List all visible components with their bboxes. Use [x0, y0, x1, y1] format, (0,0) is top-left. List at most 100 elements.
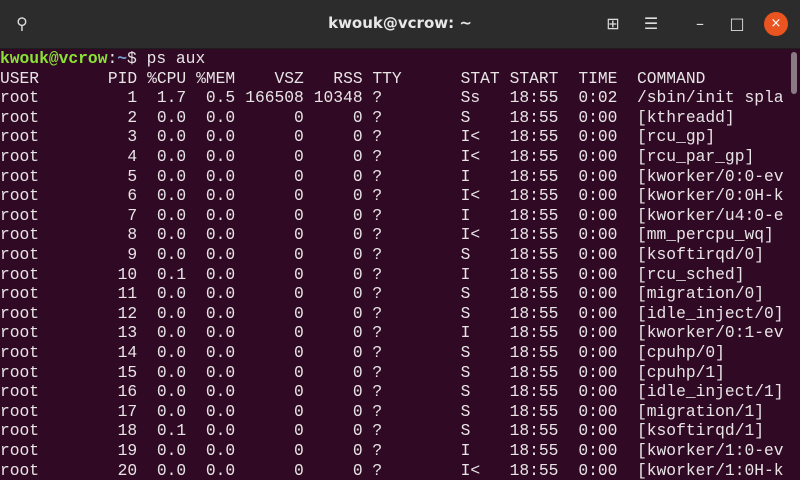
cell-pid: 13 — [117, 323, 138, 343]
cell-mem: 0.0 — [205, 245, 236, 264]
cell-rss: 10348 — [313, 88, 363, 108]
cell-tty: ? — [372, 460, 383, 480]
cell-cpu: 0.0 — [156, 205, 187, 225]
cell-start: 18:55 — [509, 362, 559, 382]
cell-tty: ? — [372, 88, 383, 108]
cell-user: root — [0, 401, 40, 421]
cell-vsz: 0 — [294, 421, 304, 441]
process-row: root 1 1.7 0.5 166508 10348? Ss 18:55 0:02/sbin/… — [0, 88, 787, 108]
cell-start: 18:55 — [509, 343, 559, 362]
cell-tty: ? — [372, 245, 383, 264]
cell-rss: 0 — [352, 186, 363, 206]
process-row: root 14 0.0 0.0 0 0? S 18:55 0:00 [cpuhp/0] — [0, 343, 787, 363]
cell-user: root — [0, 166, 40, 186]
header-mem: %MEM — [196, 68, 236, 88]
cell-cpu: 0.0 — [156, 245, 187, 264]
cell-user: root — [0, 147, 40, 166]
cell-tty: ? — [372, 401, 383, 421]
cell-user: root — [0, 343, 40, 362]
cell-time: 0:00 — [578, 205, 618, 225]
cell-tty: ? — [372, 303, 383, 323]
cell-rss: 0 — [352, 205, 363, 225]
cell-time: 0:00 — [578, 225, 618, 245]
new-tab-icon[interactable]: ⊞ — [601, 12, 625, 36]
header-rss: RSS — [333, 68, 363, 88]
cell-mem: 0.0 — [205, 303, 236, 323]
cell-time: 0:00 — [578, 362, 618, 382]
cell-rss: 0 — [352, 401, 363, 421]
cell-vsz: 0 — [294, 460, 304, 480]
cell-vsz: 0 — [294, 205, 304, 225]
cell-rss: 0 — [352, 284, 363, 304]
cell-command: [kworker/1:0H-k — [637, 460, 784, 480]
cell-command: [ksoftirqd/0] — [637, 245, 765, 264]
cell-cpu: 0.1 — [156, 421, 187, 441]
cell-rss: 0 — [352, 362, 363, 382]
minimize-icon[interactable]: – — [688, 12, 712, 36]
cell-command: [kworker/0:0H-k — [637, 186, 784, 206]
cell-tty: ? — [372, 441, 383, 460]
cell-vsz: 0 — [294, 323, 304, 343]
cell-vsz: 0 — [294, 245, 304, 264]
header-line: USER PID %CPU %MEM VSZ RSS TTY STAT START TIME COM… — [0, 69, 787, 89]
cell-mem: 0.0 — [205, 343, 236, 362]
cell-command: [cpuhp/1] — [637, 362, 725, 382]
cell-mem: 0.0 — [205, 460, 236, 480]
process-row: root 11 0.0 0.0 0 0? S 18:55 0:00 [migration/0] — [0, 284, 787, 304]
cell-mem: 0.0 — [205, 107, 236, 127]
cell-start: 18:55 — [509, 303, 559, 323]
cell-command: [idle_inject/1] — [637, 382, 784, 402]
cell-command: [kworker/1:0-ev — [637, 441, 784, 460]
close-icon[interactable]: × — [764, 12, 788, 36]
cell-start: 18:55 — [509, 441, 559, 460]
cell-rss: 0 — [352, 127, 363, 147]
cell-cpu: 0.0 — [156, 343, 187, 362]
menu-icon[interactable]: ☰ — [639, 12, 663, 36]
cell-vsz: 0 — [294, 343, 304, 362]
cell-mem: 0.0 — [205, 284, 236, 304]
cell-command: [mm_percpu_wq] — [637, 225, 774, 245]
process-row: root 12 0.0 0.0 0 0? S 18:55 0:00 [idle_inject/0] — [0, 304, 787, 324]
cell-mem: 0.0 — [205, 323, 236, 343]
cell-command: [migration/1] — [637, 401, 765, 421]
prompt-command: ps aux — [136, 49, 206, 68]
prompt-colon: : — [107, 49, 118, 68]
cell-command: [idle_inject/0] — [637, 303, 784, 323]
process-row: root 15 0.0 0.0 0 0? S 18:55 0:00 [cpuhp/1] — [0, 363, 787, 383]
maximize-icon[interactable]: □ — [725, 12, 749, 36]
cell-user: root — [0, 382, 40, 402]
process-row: root 18 0.1 0.0 0 0? S 18:55 0:00 [ksoftirqd/1] — [0, 421, 787, 441]
process-row: root 5 0.0 0.0 0 0? I 18:55 0:00 [kworker/0:0-ev — [0, 167, 787, 187]
cell-vsz: 0 — [294, 166, 304, 186]
process-row: root 8 0.0 0.0 0 0? I< 18:55 0:00 [mm_percpu_wq] — [0, 225, 787, 245]
cell-vsz: 0 — [294, 284, 304, 304]
cell-pid: 14 — [117, 343, 138, 362]
cell-time: 0:00 — [578, 107, 618, 127]
prompt-line: kwouk@vcrow:~$ ps aux — [0, 49, 787, 69]
prompt-symbol: $ — [127, 49, 137, 68]
process-row: root 3 0.0 0.0 0 0? I< 18:55 0:00 [rcu_gp] — [0, 127, 787, 147]
cell-time: 0:00 — [578, 343, 618, 362]
cell-tty: ? — [372, 186, 383, 206]
cell-start: 18:55 — [509, 382, 559, 402]
cell-stat: S — [460, 343, 471, 362]
cell-stat: S — [460, 382, 471, 402]
cell-time: 0:00 — [578, 147, 618, 166]
cell-cpu: 0.0 — [156, 441, 187, 460]
scrollbar[interactable] — [791, 52, 797, 94]
cell-cpu: 0.0 — [156, 186, 187, 206]
cell-user: root — [0, 284, 40, 304]
cell-cpu: 0.0 — [156, 166, 187, 186]
cell-cpu: 0.0 — [156, 147, 187, 166]
cell-rss: 0 — [352, 166, 363, 186]
cell-tty: ? — [372, 107, 383, 127]
cell-user: root — [0, 362, 40, 382]
terminal-output[interactable]: kwouk@vcrow:~$ ps aux USER PID %CPU %MEM VSZ… — [0, 48, 787, 480]
cell-command: [kworker/0:1-ev — [637, 323, 784, 343]
cell-time: 0:00 — [578, 166, 618, 186]
header-user: USER — [0, 68, 40, 88]
cell-tty: ? — [372, 225, 383, 245]
cell-time: 0:00 — [578, 303, 618, 323]
header-pid: PID — [107, 68, 138, 88]
cell-command: [migration/0] — [637, 284, 765, 304]
